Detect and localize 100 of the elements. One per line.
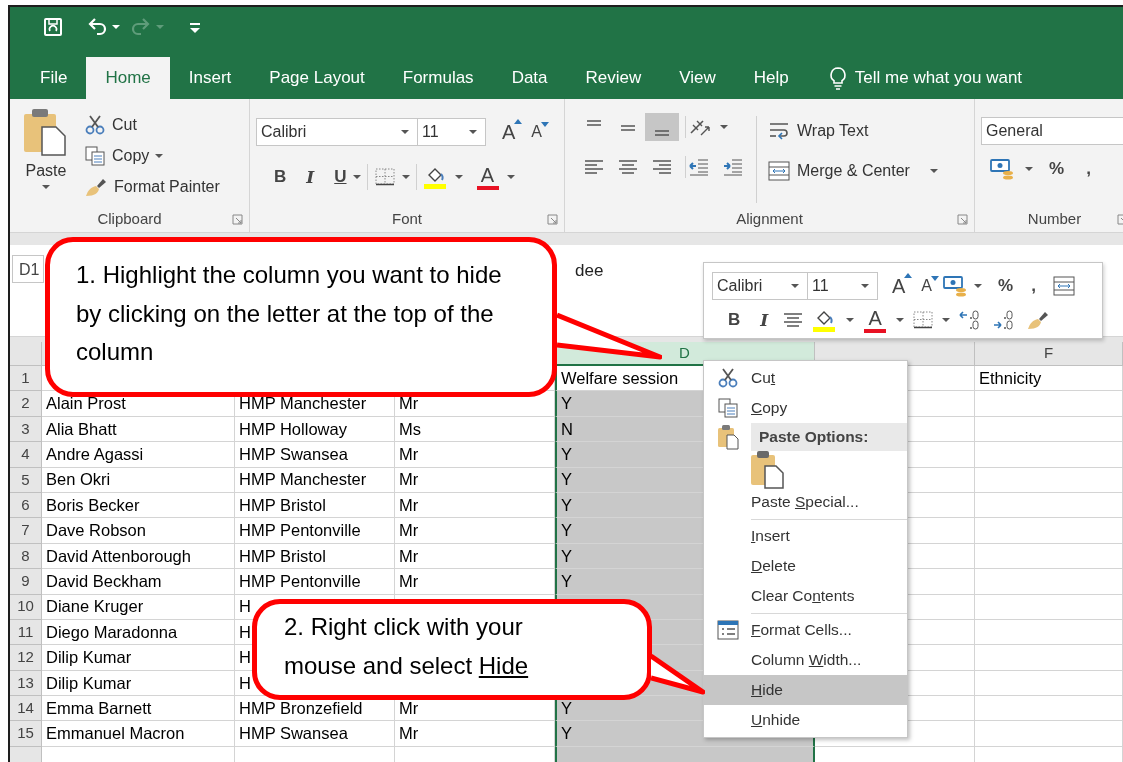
caret-icon bbox=[112, 25, 120, 29]
comma-style-button[interactable]: , bbox=[1080, 158, 1097, 180]
ribbon-tab[interactable]: File bbox=[21, 57, 87, 99]
save-icon[interactable] bbox=[42, 16, 64, 38]
format-painter-button[interactable]: Format Painter bbox=[80, 173, 224, 201]
row-header[interactable]: 14 bbox=[10, 696, 42, 722]
row-header[interactable]: 11 bbox=[10, 619, 42, 646]
menu-item[interactable]: Unhide bbox=[704, 705, 907, 735]
tell-me-search[interactable]: Tell me what you want bbox=[826, 57, 1023, 99]
launcher-icon[interactable] bbox=[547, 213, 558, 225]
cut-button[interactable]: Cut bbox=[80, 111, 224, 139]
shrink-font-button[interactable]: A bbox=[525, 120, 552, 144]
align-center-icon[interactable] bbox=[782, 310, 805, 330]
row-header[interactable]: 3 bbox=[10, 416, 42, 443]
ribbon-tab[interactable]: Help bbox=[734, 57, 808, 99]
row-header[interactable]: 4 bbox=[10, 442, 42, 468]
grow-font-button[interactable]: A bbox=[886, 271, 916, 301]
launcher-icon[interactable] bbox=[957, 213, 968, 225]
table-cell: Ben Okri bbox=[42, 467, 235, 493]
group-label: Number bbox=[1027, 208, 1082, 229]
font-color-button[interactable]: A bbox=[862, 307, 889, 333]
merge-center-button[interactable]: Merge & Center bbox=[763, 157, 942, 185]
format-cells-icon bbox=[715, 619, 740, 641]
align-left-icon[interactable] bbox=[583, 157, 605, 177]
table-cell: HMP Swansea bbox=[235, 442, 395, 468]
name-box[interactable]: D1 bbox=[12, 255, 44, 283]
font-size-field[interactable]: 11 bbox=[808, 272, 878, 300]
grow-font-button[interactable]: A bbox=[496, 117, 526, 147]
row-header[interactable]: 7 bbox=[10, 518, 42, 544]
decrease-indent-icon[interactable] bbox=[688, 157, 710, 177]
row-header[interactable]: 12 bbox=[10, 645, 42, 671]
table-cell: HMP Pentonville bbox=[235, 569, 395, 595]
percent-style-button[interactable]: % bbox=[1043, 158, 1071, 180]
underline-button[interactable]: U bbox=[328, 166, 353, 188]
wrap-text-icon bbox=[767, 120, 791, 142]
increase-indent-icon[interactable] bbox=[722, 157, 744, 177]
align-center-icon[interactable] bbox=[617, 157, 639, 177]
menu-item[interactable]: Format Cells... bbox=[704, 615, 907, 645]
paintbrush-icon bbox=[1026, 309, 1051, 331]
borders-icon[interactable] bbox=[912, 310, 935, 330]
ribbon-tab[interactable]: View bbox=[660, 57, 735, 99]
comma-style-button[interactable]: , bbox=[1025, 275, 1042, 297]
menu-item[interactable]: Delete bbox=[704, 551, 907, 581]
italic-button[interactable]: I bbox=[754, 309, 775, 331]
accounting-format-icon[interactable] bbox=[989, 157, 1015, 181]
table-cell: David Attenborough bbox=[42, 543, 235, 570]
bold-button[interactable]: B bbox=[268, 166, 293, 188]
bold-button[interactable]: B bbox=[722, 309, 747, 331]
vertical-align-button[interactable] bbox=[645, 113, 679, 141]
caret-icon bbox=[401, 175, 410, 179]
row-header[interactable]: 15 bbox=[10, 721, 42, 747]
group-label: Clipboard bbox=[97, 208, 162, 229]
font-size-field[interactable]: 11 bbox=[418, 118, 486, 146]
table-cell: Dilip Kumar bbox=[42, 645, 235, 671]
row-header[interactable]: 8 bbox=[10, 543, 42, 570]
ribbon-tab[interactable]: Data bbox=[492, 57, 567, 99]
column-header[interactable]: F bbox=[975, 342, 1123, 366]
ribbon-tab[interactable]: Review bbox=[566, 57, 661, 99]
caret-icon bbox=[929, 169, 938, 173]
ribbon-tab[interactable]: Home bbox=[86, 57, 170, 99]
ribbon-tab[interactable]: Insert bbox=[169, 57, 251, 99]
percent-style-button[interactable]: % bbox=[992, 275, 1020, 297]
ribbon-tab[interactable]: Page Layout bbox=[250, 57, 384, 99]
row-header[interactable]: 2 bbox=[10, 391, 42, 417]
accounting-format-icon[interactable] bbox=[942, 274, 968, 298]
menu-item[interactable]: Copy bbox=[704, 393, 907, 423]
merge-cells-icon[interactable] bbox=[1051, 275, 1076, 297]
row-header[interactable]: 6 bbox=[10, 492, 42, 519]
row-header[interactable]: 5 bbox=[10, 467, 42, 493]
row-header[interactable]: 1 bbox=[10, 366, 42, 392]
table-cell: HMP Holloway bbox=[235, 416, 395, 443]
row-header[interactable]: 13 bbox=[10, 670, 42, 697]
table-cell: HMP Swansea bbox=[235, 721, 395, 747]
wrap-text-button[interactable]: Wrap Text bbox=[763, 117, 942, 145]
menu-item[interactable]: Insert bbox=[704, 521, 907, 551]
borders-icon[interactable] bbox=[373, 167, 396, 187]
table-cell: HMP Manchester bbox=[235, 467, 395, 493]
group-label: Font bbox=[392, 208, 422, 229]
copy-button[interactable]: Copy bbox=[80, 142, 224, 170]
ribbon-tab[interactable]: Formulas bbox=[383, 57, 493, 99]
menu-item[interactable]: Clear Contents bbox=[704, 581, 907, 611]
caret-icon bbox=[1025, 167, 1033, 171]
font-name-field[interactable]: Calibri bbox=[256, 118, 418, 146]
caret-icon bbox=[454, 175, 463, 179]
menu-item[interactable]: Cut bbox=[704, 363, 907, 393]
launcher-icon[interactable] bbox=[232, 213, 243, 225]
align-right-icon[interactable] bbox=[651, 157, 673, 177]
font-name-field[interactable]: Calibri bbox=[712, 272, 808, 300]
number-format-field[interactable]: General bbox=[981, 117, 1123, 145]
font-color-button[interactable]: A bbox=[474, 164, 501, 190]
caret-icon bbox=[155, 154, 164, 158]
row-header[interactable]: 10 bbox=[10, 594, 42, 620]
merge-cells-icon bbox=[767, 160, 791, 182]
undo-arrow-icon[interactable] bbox=[86, 16, 108, 38]
row-header[interactable]: 9 bbox=[10, 569, 42, 595]
paste-button[interactable]: Paste bbox=[18, 107, 74, 206]
caret-icon bbox=[974, 284, 982, 288]
menu-item[interactable]: Hide bbox=[704, 675, 907, 705]
italic-button[interactable]: I bbox=[300, 166, 321, 188]
table-cell: HMP Bristol bbox=[235, 492, 395, 519]
